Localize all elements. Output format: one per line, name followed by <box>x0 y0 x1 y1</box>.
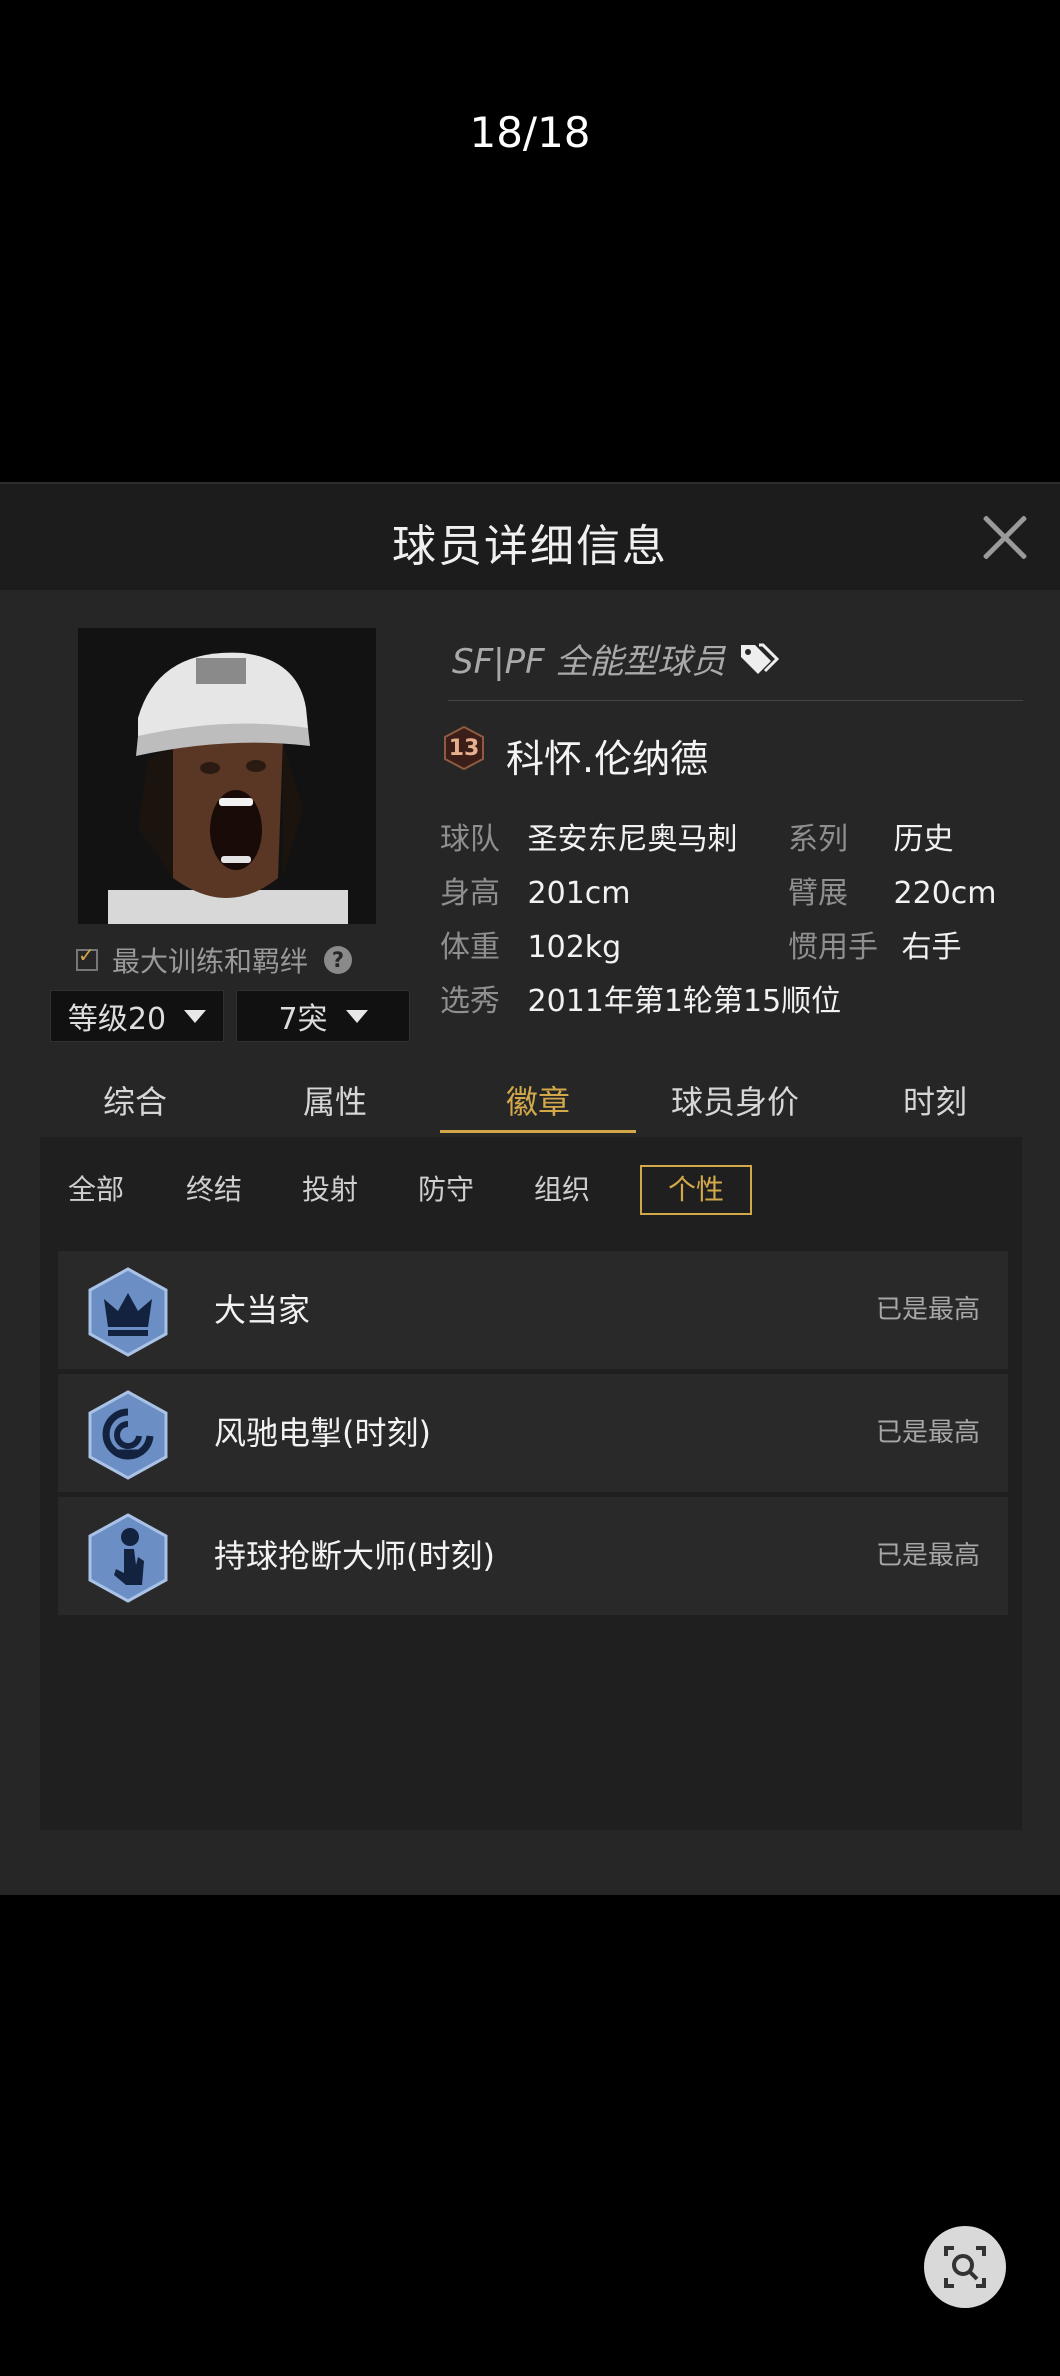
badge-status: 已是最高 <box>875 1541 980 1571</box>
info-team: 球队 圣安东尼奥马刺 <box>440 814 738 858</box>
tab-player-value[interactable]: 球员身价 <box>640 1072 830 1132</box>
panel-title: 球员详细信息 <box>392 521 668 572</box>
filter-all[interactable]: 全部 <box>62 1165 130 1215</box>
info-weight: 体重 102kg <box>440 922 621 966</box>
active-tab-indicator <box>440 1130 636 1133</box>
filter-shooting[interactable]: 投射 <box>296 1165 364 1215</box>
tab-moments[interactable]: 时刻 <box>840 1072 1030 1132</box>
scan-search-icon <box>944 2246 986 2288</box>
chevron-down-icon <box>345 1009 368 1023</box>
image-search-button[interactable] <box>924 2226 1006 2308</box>
training-label: 最大训练和羁绊 <box>112 945 309 978</box>
position-line: SF|PF 全能型球员 <box>452 634 780 683</box>
chevron-down-icon <box>184 1009 207 1023</box>
badge-name: 持球抢断大师(时刻) <box>214 1537 495 1575</box>
info-label: 球队 <box>440 822 500 857</box>
info-label: 体重 <box>440 930 500 965</box>
info-value: 右手 <box>901 930 962 965</box>
filter-defense[interactable]: 防守 <box>412 1165 480 1215</box>
info-series: 系列 历史 <box>788 814 954 858</box>
level-value: 等级20 <box>67 1002 167 1037</box>
level-select[interactable]: 等级20 <box>50 990 224 1042</box>
info-draft: 选秀 2011年第1轮第15顺位 <box>440 976 841 1020</box>
close-icon[interactable] <box>980 512 1030 562</box>
badge-name: 大当家 <box>214 1291 311 1329</box>
position-text: SF|PF 全能型球员 <box>452 642 726 682</box>
info-label: 系列 <box>788 822 848 857</box>
badge-row[interactable]: 大当家 已是最高 <box>58 1251 1008 1369</box>
break-value: 7突 <box>278 1002 328 1037</box>
divider <box>448 700 1023 701</box>
tag-icon[interactable] <box>739 642 780 676</box>
badge-row[interactable]: 持球抢断大师(时刻) 已是最高 <box>58 1497 1008 1615</box>
info-value: 2011年第1轮第15顺位 <box>527 984 842 1019</box>
max-training-toggle[interactable]: 最大训练和羁绊 ? <box>76 940 386 980</box>
info-value: 圣安东尼奥马刺 <box>527 822 738 857</box>
info-height: 身高 201cm <box>440 868 631 912</box>
break-select[interactable]: 7突 <box>236 990 410 1042</box>
badge-row[interactable]: 风驰电掣(时刻) 已是最高 <box>58 1374 1008 1492</box>
info-hand: 惯用手 右手 <box>788 922 962 966</box>
tab-overview[interactable]: 综合 <box>40 1072 230 1132</box>
info-label: 身高 <box>440 876 500 911</box>
info-value: 历史 <box>893 822 954 857</box>
crown-badge-icon <box>88 1267 168 1357</box>
info-label: 选秀 <box>440 984 500 1019</box>
tab-attributes[interactable]: 属性 <box>240 1072 430 1132</box>
steal-hand-badge-icon <box>88 1513 168 1603</box>
badge-status: 已是最高 <box>875 1295 980 1325</box>
rank-badge: 13 <box>442 725 486 771</box>
info-value: 201cm <box>527 876 631 911</box>
info-label: 臂展 <box>788 876 848 911</box>
checkbox[interactable] <box>76 943 98 971</box>
panel-header: 球员详细信息 <box>0 482 1060 590</box>
info-label: 惯用手 <box>788 930 878 965</box>
filter-playmaking[interactable]: 组织 <box>528 1165 596 1215</box>
info-wingspan: 臂展 220cm <box>788 868 997 912</box>
badge-content: 全部 终结 投射 防守 组织 个性 大当家 已是最高 风驰电掣(时刻) 已是最高 <box>40 1137 1022 1830</box>
swirl-badge-icon <box>88 1390 168 1480</box>
rank-number: 13 <box>448 736 480 761</box>
tab-badges[interactable]: 徽章 <box>440 1072 636 1132</box>
badge-status: 已是最高 <box>875 1418 980 1448</box>
player-name: 科怀.伦纳德 <box>506 737 709 781</box>
filter-personality[interactable]: 个性 <box>640 1165 752 1215</box>
info-value: 220cm <box>893 876 997 911</box>
player-detail-panel: 球员详细信息 最大训练和羁绊 ? 等级20 7突 S <box>0 482 1060 1895</box>
info-value: 102kg <box>527 930 622 965</box>
badge-name: 风驰电掣(时刻) <box>214 1414 431 1452</box>
player-portrait <box>78 628 376 924</box>
help-icon[interactable]: ? <box>324 946 353 974</box>
filter-finishing[interactable]: 终结 <box>180 1165 248 1215</box>
image-counter: 18/18 <box>469 108 591 157</box>
